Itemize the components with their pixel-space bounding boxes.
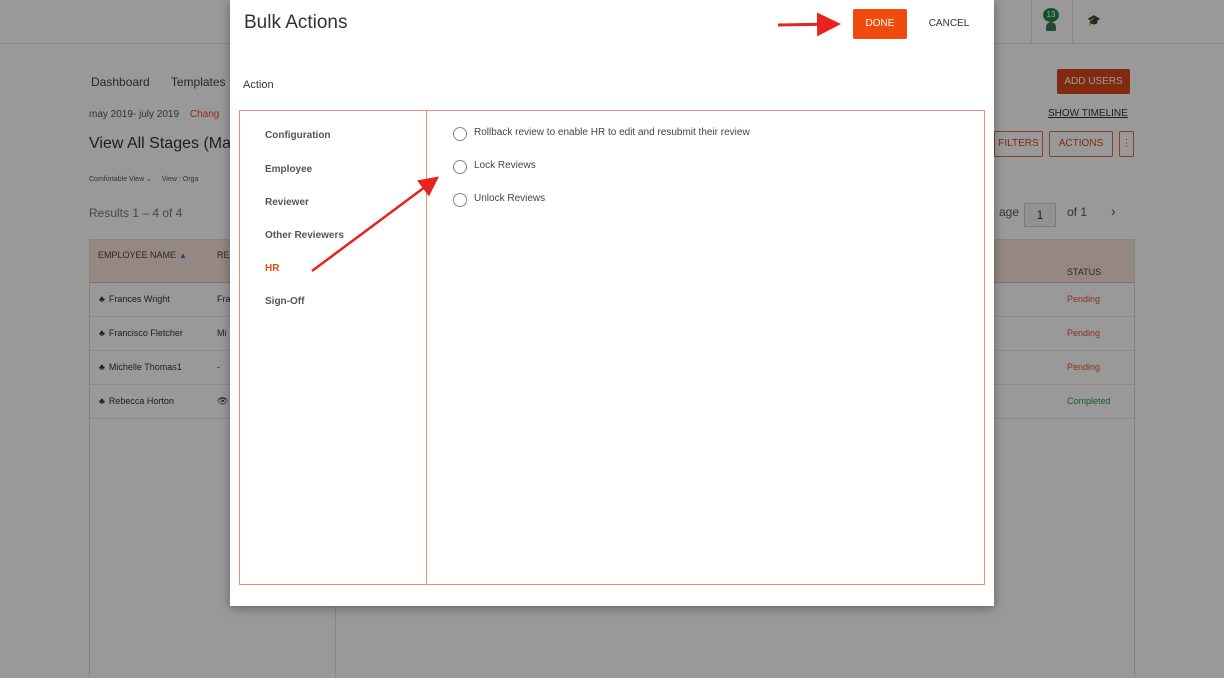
- annotation-arrow-to-lock-reviews: [311, 176, 440, 273]
- annotation-arrow-to-done: [777, 12, 841, 37]
- annotation-layer: [311, 12, 841, 273]
